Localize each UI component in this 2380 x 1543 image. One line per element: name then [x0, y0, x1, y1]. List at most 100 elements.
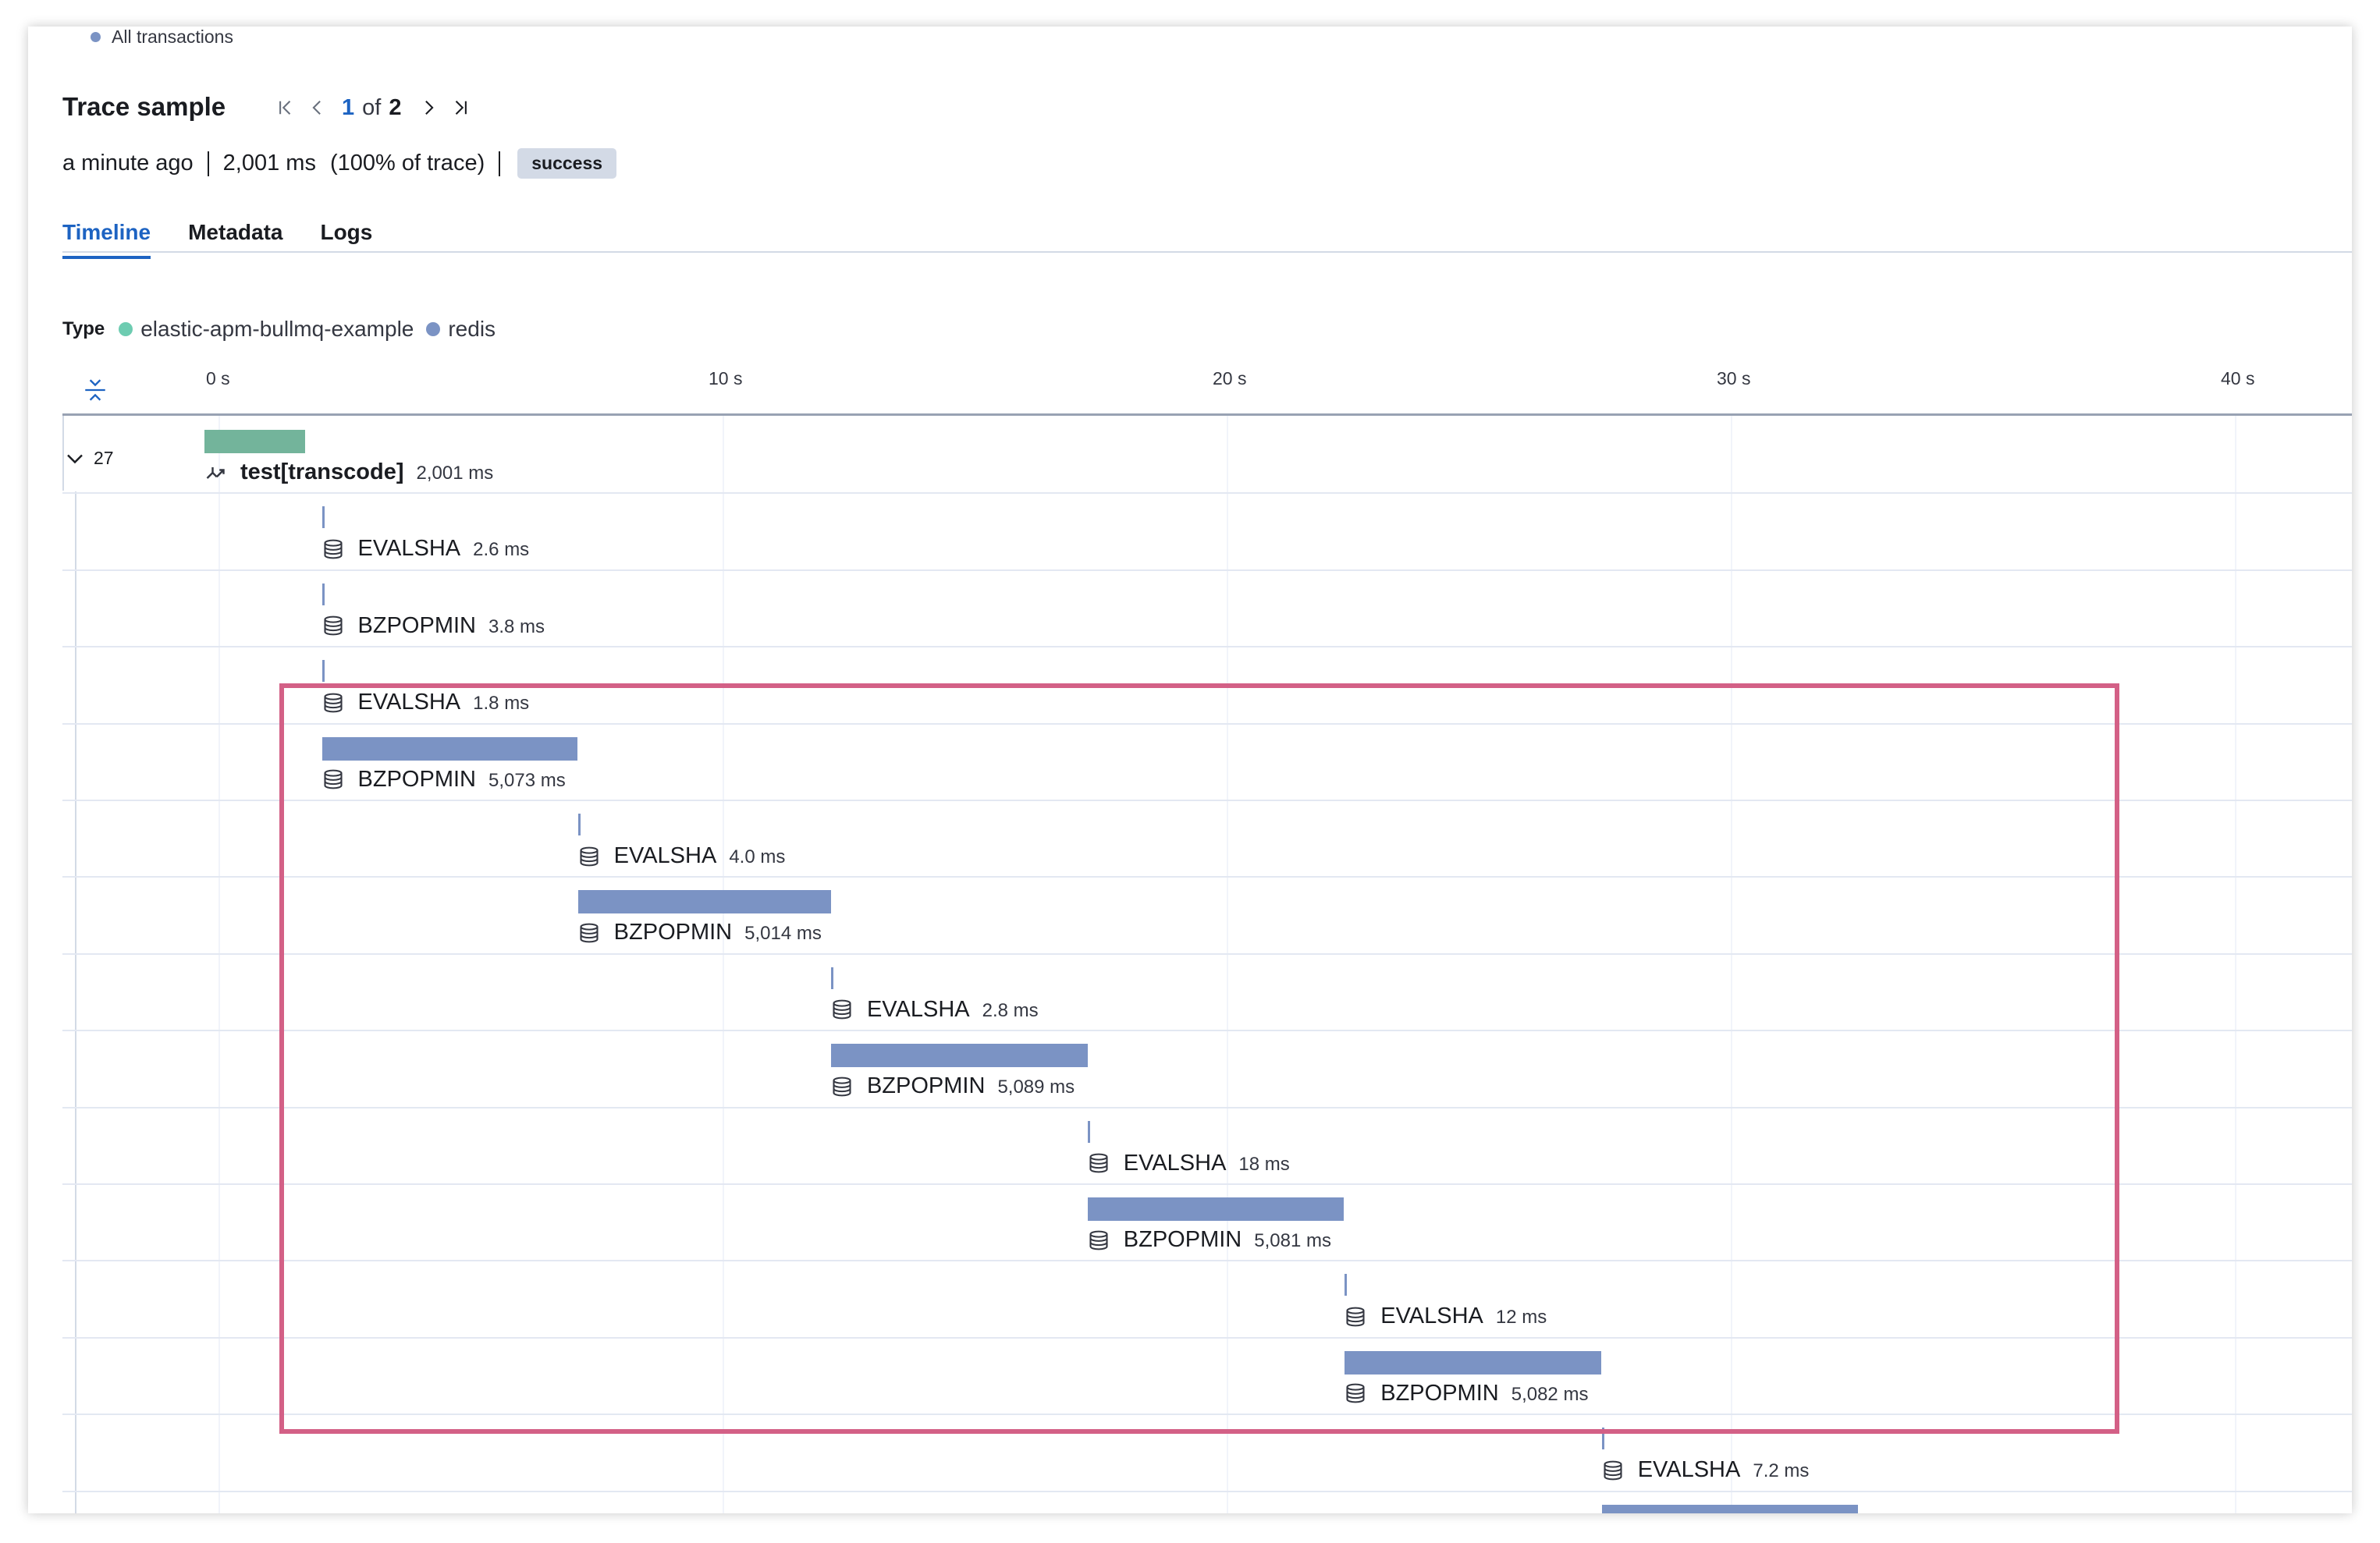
span-bar[interactable] [1087, 1120, 1090, 1143]
trace-sample-panel: All transactions Trace sample 1 of 2 a m… [28, 27, 2352, 1513]
span-bar[interactable] [321, 736, 578, 761]
span-bar[interactable] [321, 506, 325, 529]
span-label[interactable]: EVALSHA 7.2 ms [1602, 1457, 1810, 1483]
span-label[interactable]: BZPOPMIN 5,081 ms [1088, 1227, 1331, 1253]
span-bar[interactable] [321, 660, 325, 683]
span-label[interactable]: BZPOPMIN 5,082 ms [1345, 1381, 1588, 1406]
span-label[interactable]: EVALSHA 18 ms [1088, 1151, 1290, 1176]
span-name: BZPOPMIN [1123, 1227, 1242, 1252]
legend-item-service[interactable]: elastic-apm-bullmq-example [119, 317, 414, 342]
root-row-border [62, 416, 64, 491]
span-duration: 18 ms [1238, 1153, 1290, 1175]
database-icon [1345, 1306, 1366, 1328]
child-count: 27 [94, 448, 114, 468]
span-label[interactable]: EVALSHA 1.8 ms [322, 690, 529, 715]
grid-line [1227, 416, 1228, 1513]
span-name: EVALSHA [1637, 1457, 1741, 1483]
row-separator [62, 722, 2352, 725]
legend-item-redis[interactable]: redis [426, 317, 496, 342]
first-page-icon[interactable] [270, 90, 301, 125]
trace-percent: (100% of trace) [329, 151, 485, 176]
last-page-icon[interactable] [445, 90, 476, 125]
database-icon [1345, 1382, 1366, 1404]
all-transactions-legend[interactable]: All transactions [91, 27, 233, 48]
span-name: BZPOPMIN [613, 920, 733, 945]
tree-connector [75, 491, 76, 1513]
type-legend: Type elastic-apm-bullmq-example redis [62, 317, 508, 342]
time-ago: a minute ago [62, 151, 194, 176]
database-icon [1088, 1152, 1110, 1174]
span-label[interactable]: EVALSHA 12 ms [1345, 1304, 1547, 1329]
row-separator [62, 876, 2352, 878]
database-icon [831, 1076, 853, 1098]
span-bar[interactable] [1345, 1274, 1348, 1296]
span-bar[interactable] [1601, 1428, 1604, 1450]
row-separator [62, 800, 2352, 801]
database-icon [831, 999, 853, 1020]
span-name: BZPOPMIN [866, 1073, 986, 1099]
total-pages[interactable]: 2 [389, 95, 401, 121]
span-duration: 4.0 ms [729, 846, 786, 867]
axis-tick-label: 20 s [1213, 368, 1247, 388]
span-label[interactable]: BZPOPMIN 3.8 ms [322, 613, 545, 639]
span-duration: 2,001 ms [416, 463, 494, 484]
row-separator [62, 646, 2352, 648]
span-duration: 2.8 ms [982, 999, 1039, 1021]
axis-tick-label: 10 s [709, 368, 743, 388]
row-separator [62, 492, 2352, 495]
span-duration: 7.2 ms [1753, 1460, 1810, 1482]
database-icon [1088, 1229, 1110, 1251]
axis-tick-label: 30 s [1717, 368, 1751, 388]
span-duration: 2.6 ms [473, 539, 530, 561]
grid-line [2235, 416, 2236, 1513]
grid-line [1731, 416, 1732, 1513]
grid-line [218, 416, 220, 1513]
current-page[interactable]: 1 [342, 95, 354, 121]
span-label[interactable]: BZPOPMIN 5,089 ms [831, 1073, 1075, 1099]
span-bar[interactable] [830, 967, 833, 989]
span-duration: 5,014 ms [744, 923, 822, 945]
span-duration: 3.8 ms [488, 615, 545, 637]
redis-color-dot [426, 322, 441, 336]
root-toggle[interactable]: 27 [66, 448, 114, 469]
span-name: test[transcode] [240, 459, 404, 484]
page-of-label: of [362, 94, 382, 120]
span-name: EVALSHA [613, 843, 717, 868]
row-separator [62, 1260, 2352, 1262]
grid-line [723, 416, 724, 1513]
next-page-icon[interactable] [414, 90, 445, 125]
axis-tick-label: 40 s [2221, 368, 2255, 388]
transaction-label[interactable]: test[transcode] 2,001 ms [204, 459, 493, 485]
previous-page-icon[interactable] [301, 90, 332, 125]
span-name: BZPOPMIN [357, 766, 476, 792]
span-label[interactable]: EVALSHA 2.8 ms [831, 997, 1039, 1023]
span-label[interactable]: BZPOPMIN 5,014 ms [578, 920, 822, 945]
span-bar[interactable] [577, 814, 581, 835]
transaction-bar[interactable] [204, 430, 306, 453]
summary-divider [499, 151, 501, 176]
database-icon [578, 922, 600, 944]
span-duration: 5,073 ms [488, 769, 566, 791]
type-legend-label: Type [62, 318, 105, 339]
row-separator [62, 1490, 2352, 1492]
span-label[interactable]: BZPOPMIN 5,073 ms [322, 767, 566, 793]
collapse-all-icon[interactable] [72, 367, 119, 413]
span-bar[interactable] [321, 583, 325, 605]
database-icon [578, 846, 600, 867]
span-duration: 5,081 ms [1254, 1230, 1331, 1251]
row-separator [62, 1106, 2352, 1108]
span-bar[interactable] [830, 1044, 1088, 1068]
span-bar[interactable] [1087, 1197, 1344, 1221]
span-duration: 5,082 ms [1511, 1383, 1589, 1405]
service-color-dot [119, 322, 133, 336]
span-label[interactable]: EVALSHA 2.6 ms [322, 536, 530, 562]
span-bar[interactable] [1601, 1504, 1858, 1513]
axis-line [62, 413, 2352, 416]
span-name: BZPOPMIN [357, 612, 476, 638]
database-icon [322, 615, 344, 637]
span-label[interactable]: EVALSHA 4.0 ms [578, 843, 786, 869]
span-bar[interactable] [577, 890, 831, 914]
transaction-icon [204, 462, 226, 484]
highlight-box [279, 683, 2119, 1434]
span-bar[interactable] [1345, 1350, 1601, 1375]
